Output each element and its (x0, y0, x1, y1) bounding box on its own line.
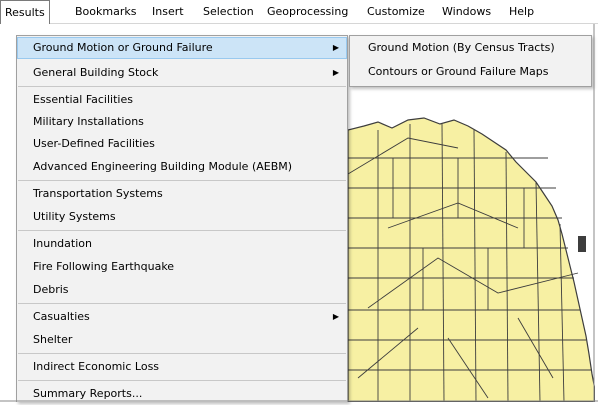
menu-insert[interactable]: Insert (152, 0, 184, 24)
submenu-item-ground-motion-census-tracts[interactable]: Ground Motion (By Census Tracts) (350, 37, 591, 59)
submenu-item-label: Contours or Ground Failure Maps (368, 65, 549, 78)
menu-geoprocessing[interactable]: Geoprocessing (267, 0, 348, 24)
menu-item-indirect-economic-loss[interactable]: Indirect Economic Loss (17, 356, 347, 378)
menu-item-label: Military Installations (33, 115, 144, 128)
land-area (348, 117, 595, 402)
menu-selection[interactable]: Selection (203, 0, 254, 24)
menu-item-casualties[interactable]: Casualties ▶ (17, 306, 347, 328)
menu-item-label: Inundation (33, 237, 92, 250)
menu-item-label: General Building Stock (33, 66, 159, 79)
submenu-arrow-icon: ▶ (332, 68, 339, 77)
menu-customize[interactable]: Customize (367, 0, 425, 24)
menu-separator (18, 86, 346, 87)
menu-item-label: Fire Following Earthquake (33, 260, 175, 273)
submenu-arrow-icon: ▶ (332, 312, 339, 321)
menu-item-label: User-Defined Facilities (33, 137, 155, 150)
submenu-item-contours-ground-failure-maps[interactable]: Contours or Ground Failure Maps (350, 61, 591, 83)
menu-bookmarks[interactable]: Bookmarks (75, 0, 136, 24)
menu-item-inundation[interactable]: Inundation (17, 233, 347, 255)
menu-results[interactable]: Results (0, 0, 50, 24)
menu-separator (18, 380, 346, 381)
menu-item-debris[interactable]: Debris (17, 279, 347, 301)
menu-help[interactable]: Help (509, 0, 534, 24)
menu-separator (18, 180, 346, 181)
menu-item-label: Utility Systems (33, 210, 116, 223)
menu-item-label: Transportation Systems (33, 187, 163, 200)
menu-item-label: Indirect Economic Loss (33, 360, 160, 373)
menu-item-ground-motion-or-ground-failure[interactable]: Ground Motion or Ground Failure ▶ (17, 37, 347, 59)
menu-item-utility-systems[interactable]: Utility Systems (17, 206, 347, 228)
results-dropdown-menu: Ground Motion or Ground Failure ▶ Genera… (16, 35, 348, 402)
menu-item-military-installations[interactable]: Military Installations (17, 111, 347, 133)
menu-item-label: Advanced Engineering Building Module (AE… (33, 160, 293, 173)
menu-separator (18, 230, 346, 231)
menu-separator (18, 303, 346, 304)
menu-bar: Results Bookmarks Insert Selection Geopr… (0, 0, 598, 24)
menu-item-essential-facilities[interactable]: Essential Facilities (17, 89, 347, 111)
menu-separator (18, 353, 346, 354)
menu-item-general-building-stock[interactable]: General Building Stock ▶ (17, 62, 347, 84)
menu-item-label: Debris (33, 283, 69, 296)
dark-feature (578, 236, 586, 252)
census-tract-map (348, 117, 595, 402)
menu-item-aebm[interactable]: Advanced Engineering Building Module (AE… (17, 156, 347, 178)
menu-item-user-defined-facilities[interactable]: User-Defined Facilities (17, 133, 347, 155)
ground-motion-submenu: Ground Motion (By Census Tracts) Contour… (349, 35, 592, 87)
submenu-arrow-icon: ▶ (332, 43, 339, 52)
menu-item-label: Shelter (33, 333, 73, 346)
menu-item-label: Essential Facilities (33, 93, 133, 106)
submenu-item-label: Ground Motion (By Census Tracts) (368, 41, 555, 54)
menu-windows[interactable]: Windows (442, 0, 491, 24)
menu-item-shelter[interactable]: Shelter (17, 329, 347, 351)
map-view[interactable] (347, 78, 595, 402)
menu-item-fire-following-earthquake[interactable]: Fire Following Earthquake (17, 256, 347, 278)
menu-item-label: Ground Motion or Ground Failure (33, 41, 213, 54)
menu-item-label: Casualties (33, 310, 90, 323)
menu-item-transportation-systems[interactable]: Transportation Systems (17, 183, 347, 205)
